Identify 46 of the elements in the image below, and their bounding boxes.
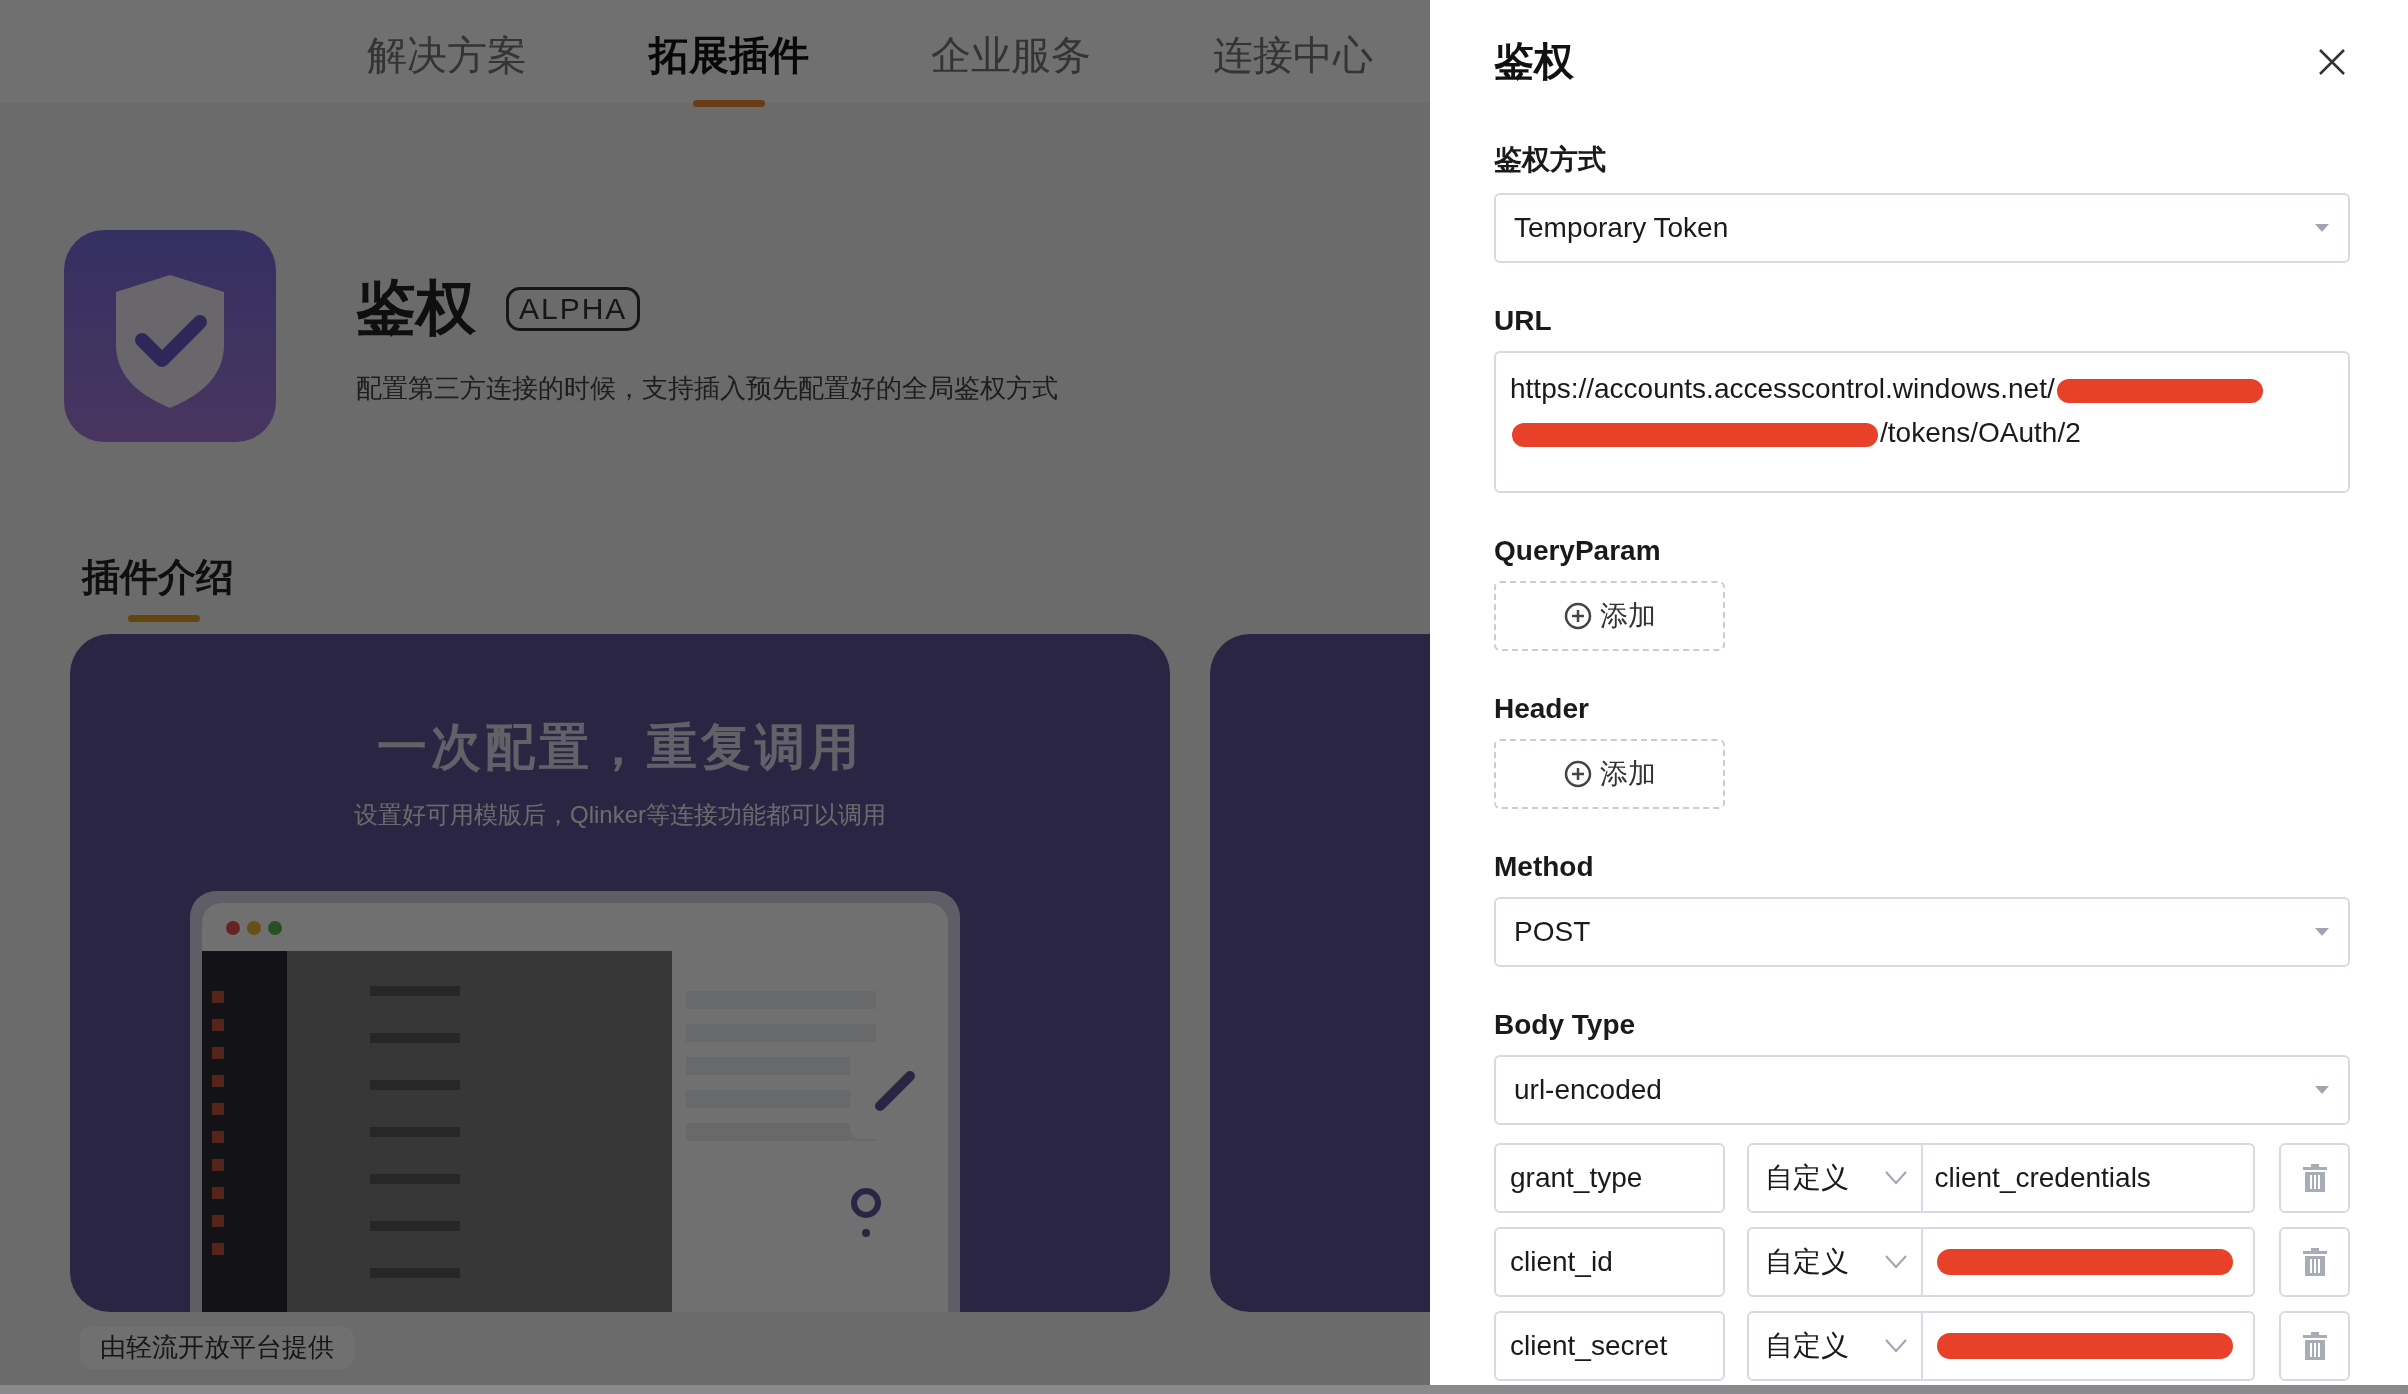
url-field[interactable]: https://accounts.accesscontrol.windows.net/ /tokens/OAuth/2 (1494, 351, 2350, 493)
field-label: URL (1494, 305, 1552, 337)
param-key-field[interactable]: client_secret (1494, 1311, 1725, 1381)
add-button[interactable]: 添加 (1494, 739, 1725, 809)
param-value-field[interactable] (1922, 1311, 2256, 1381)
shield-check-icon (64, 230, 276, 442)
plugin-description: 配置第三方连接的时候，支持插入预先配置好的全局鉴权方式 (356, 372, 1058, 405)
plugin-title: 鉴权 (356, 273, 476, 343)
trash-icon (2302, 1164, 2327, 1192)
nav-tab[interactable]: 拓展插件 (649, 18, 809, 107)
trash-icon (2302, 1332, 2327, 1360)
section-underline (128, 615, 200, 622)
chevron-down-icon (1884, 1339, 1907, 1353)
add-button[interactable]: 添加 (1494, 581, 1725, 651)
field-label: 鉴权方式 (1494, 143, 1606, 177)
field-label: QueryParam (1494, 535, 1661, 567)
chevron-down-icon (1884, 1171, 1907, 1185)
plus-circle-icon (1563, 602, 1592, 630)
field-label: Header (1494, 693, 1589, 725)
plugin-badge: ALPHA (506, 286, 641, 331)
select-field[interactable]: POST (1494, 897, 2350, 967)
param-key-field[interactable]: grant_type (1494, 1143, 1725, 1213)
value-source-select[interactable]: 自定义 (1746, 1311, 1923, 1381)
value-source-select[interactable]: 自定义 (1746, 1227, 1923, 1297)
param-value-field[interactable] (1922, 1227, 2256, 1297)
param-key-field[interactable]: client_id (1494, 1227, 1725, 1297)
trash-icon (2302, 1248, 2327, 1276)
select-field[interactable]: Temporary Token (1494, 193, 2350, 263)
chevron-down-icon (1884, 1255, 1907, 1269)
select-field[interactable]: url-encoded (1494, 1055, 2350, 1125)
provider-text: 由轻流开放平台提供 (100, 1331, 334, 1364)
delete-button[interactable] (2279, 1143, 2350, 1213)
dropdown-arrow-icon (2314, 927, 2330, 937)
value-source-select[interactable]: 自定义 (1746, 1143, 1923, 1213)
modal-mask[interactable] (0, 0, 1430, 1385)
delete-button[interactable] (2279, 1227, 2350, 1297)
drawer-title: 鉴权 (1494, 38, 1574, 85)
param-value-field[interactable]: client_credentials (1922, 1143, 2256, 1213)
field-label: Method (1494, 851, 1594, 883)
dropdown-arrow-icon (2314, 1085, 2330, 1095)
field-label: Body Type (1494, 1009, 1636, 1041)
dropdown-arrow-icon (2314, 223, 2330, 233)
section-title: 插件介绍 (82, 555, 234, 600)
delete-button[interactable] (2279, 1311, 2350, 1381)
banner-subtitle: 设置好可用模版后，Qlinker等连接功能都可以调用 (354, 800, 886, 830)
plus-circle-icon (1563, 760, 1592, 788)
